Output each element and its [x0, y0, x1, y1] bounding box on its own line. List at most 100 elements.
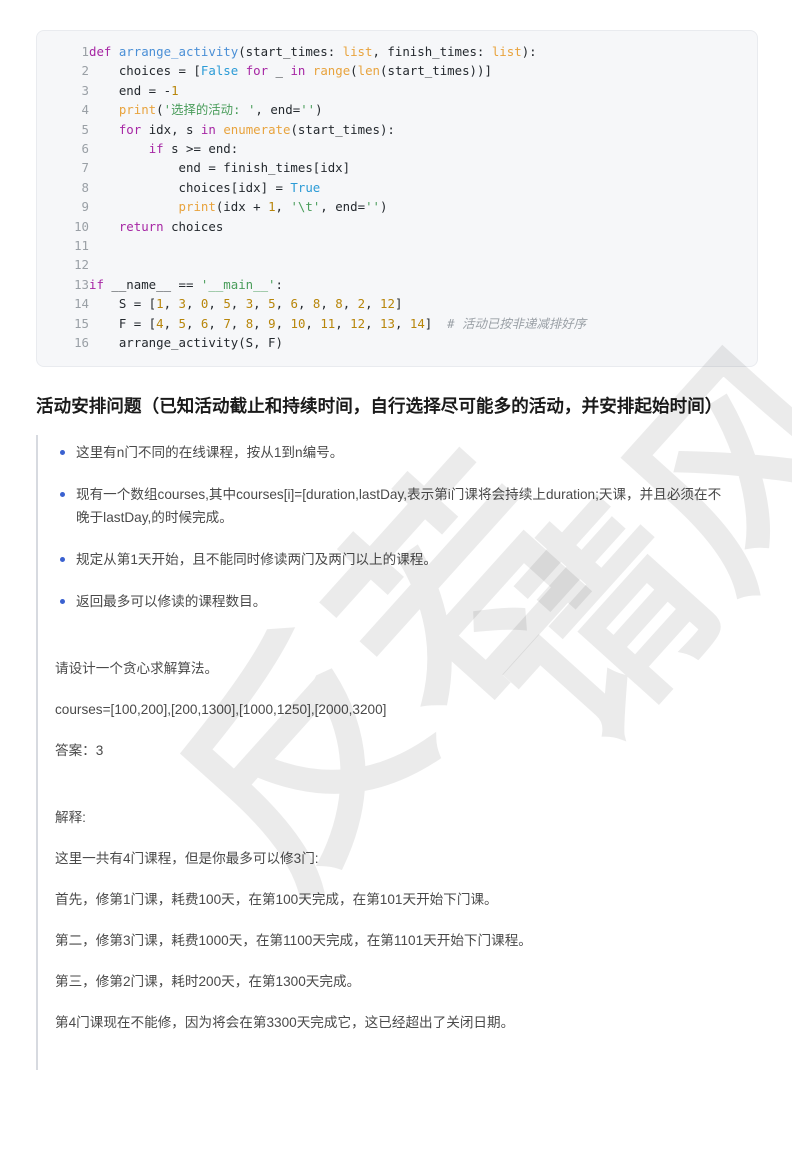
code-line: 2 choices = [False for _ in range(len(st…	[37, 61, 757, 80]
code-token: ,	[297, 296, 313, 312]
code-token: 13	[380, 315, 395, 331]
code-token: ,	[186, 315, 201, 331]
code-body: 1 def arrange_activity(start_times: list,…	[37, 42, 757, 353]
blockquote-body: 这里有n门不同的在线课程，按从1到n编号。现有一个数组courses,其中cou…	[36, 434, 756, 1070]
code-line: 1 def arrange_activity(start_times: list,…	[37, 42, 757, 61]
code-token: ,	[342, 296, 358, 312]
code-token: print	[178, 199, 216, 215]
code-token: 3	[178, 296, 186, 312]
code-token: 8	[335, 296, 343, 312]
code-line-number: 5	[81, 121, 89, 137]
code-line-number: 12	[74, 257, 89, 273]
code-token: True	[290, 179, 321, 195]
code-token: ):	[521, 44, 537, 59]
code-token: S = [	[89, 296, 157, 312]
list-item: 这里有n门不同的在线课程，按从1到n编号。	[38, 441, 726, 464]
code-line-source: end = finish_times[idx]	[89, 158, 757, 177]
code-token: arrange_activity	[118, 44, 239, 59]
list-item: 现有一个数组courses,其中courses[i]=[duration,las…	[38, 483, 726, 529]
request-paragraph: 请设计一个贪心求解算法。	[55, 660, 219, 676]
code-token: False	[200, 63, 239, 79]
code-token: (	[156, 102, 164, 118]
code-line-number: 4	[81, 102, 89, 118]
code-token: 1	[268, 199, 276, 215]
code-line: 7 end = finish_times[idx]	[37, 158, 757, 177]
explanation-line: 这里一共有4门课程，但是你最多可以修3门:	[55, 850, 319, 866]
code-token: ,	[394, 315, 410, 331]
code-line-source: choices[idx] = True	[89, 178, 757, 197]
code-token: end = -	[89, 82, 172, 98]
code-token: ,	[230, 296, 246, 312]
code-token: enumerate	[223, 121, 291, 137]
code-token: ,	[320, 296, 336, 312]
code-token: )	[379, 199, 388, 215]
code-line-number: 15	[74, 315, 89, 331]
code-token: 12	[350, 315, 366, 331]
code-token: 5	[268, 296, 276, 312]
code-line-source: end = -1	[89, 81, 757, 100]
code-token: (idx +	[215, 199, 269, 215]
code-token: , finish_times:	[372, 44, 492, 59]
code-token: , end=	[255, 102, 301, 118]
list-item: 规定从第1天开始，且不能同时修读两门及两门以上的课程。	[38, 548, 726, 571]
code-token: 14	[409, 315, 425, 331]
code-line-source: def arrange_activity(start_times: list, …	[89, 42, 757, 61]
code-token: F = [	[89, 315, 157, 331]
code-token: ''	[365, 199, 380, 215]
code-token: ,	[305, 315, 321, 331]
code-line-source: print('选择的活动: ', end='')	[89, 100, 757, 119]
code-token: , end=	[320, 199, 366, 215]
code-line-number: 7	[81, 160, 89, 176]
code-token: _	[268, 63, 291, 79]
code-line: 12	[37, 255, 757, 274]
code-token: in	[200, 121, 216, 137]
code-token: '\t'	[290, 199, 321, 215]
code-table: 1 def arrange_activity(start_times: list,…	[37, 42, 757, 353]
code-token: ,	[208, 296, 224, 312]
code-token: ,	[365, 315, 381, 331]
code-line-number: 9	[81, 199, 89, 215]
code-token: :	[275, 276, 283, 292]
code-line: 15 F = [4, 5, 6, 7, 8, 9, 10, 11, 12, 13…	[37, 314, 757, 333]
requirement-list: 这里有n门不同的在线课程，按从1到n编号。现有一个数组courses,其中cou…	[38, 441, 756, 613]
code-token: ,	[275, 296, 291, 312]
code-line-number: 2	[81, 63, 89, 79]
code-token: (start_times))]	[380, 63, 492, 79]
code-line-source: S = [1, 3, 0, 5, 3, 5, 6, 8, 8, 2, 12]	[89, 294, 757, 313]
code-line: 10 return choices	[37, 217, 757, 236]
code-token: 6	[290, 296, 298, 312]
code-line-number: 13	[74, 276, 89, 292]
code-line-source	[89, 255, 757, 274]
code-line-source: if s >= end:	[89, 139, 757, 158]
code-token: list	[491, 44, 522, 59]
code-token: for	[118, 121, 142, 137]
explanation-list: 这里一共有4门课程，但是你最多可以修3门: 首先，修第1门课，耗费100天，在第1…	[38, 847, 756, 1034]
code-token: 5	[178, 315, 186, 331]
code-token: '__main__'	[200, 276, 276, 292]
code-token: ,	[253, 315, 269, 331]
code-line: 6 if s >= end:	[37, 139, 757, 158]
code-token: 2	[357, 296, 366, 312]
page-title: 活动安排问题（已知活动截止和持续时间，自行选择尽可能多的活动，并安排起始时间）	[36, 395, 723, 416]
code-token: list	[342, 44, 373, 59]
answer-paragraph: 答案：3	[55, 742, 104, 758]
explanation-line: 第三，修第2门课，耗时200天，在第1300天完成。	[55, 973, 361, 989]
code-token: return	[118, 218, 164, 234]
code-token: choices	[163, 218, 224, 234]
code-token: 11	[320, 315, 336, 331]
code-block: 1 def arrange_activity(start_times: list,…	[36, 30, 758, 367]
code-token: ,	[208, 315, 224, 331]
code-token: ,	[275, 199, 291, 215]
code-token: (start_times):	[290, 121, 395, 137]
code-token: choices = [	[89, 63, 201, 79]
explanation-line: 首先，修第1门课，耗费100天，在第100天完成，在第101天开始下门课。	[55, 891, 498, 907]
code-line: 8 choices[idx] = True	[37, 178, 757, 197]
explanation-line: 第4门课现在不能修，因为将会在第3300天完成它，这已经超出了关闭日期。	[55, 1014, 515, 1030]
code-token: ,	[365, 296, 381, 312]
code-token: ,	[253, 296, 269, 312]
